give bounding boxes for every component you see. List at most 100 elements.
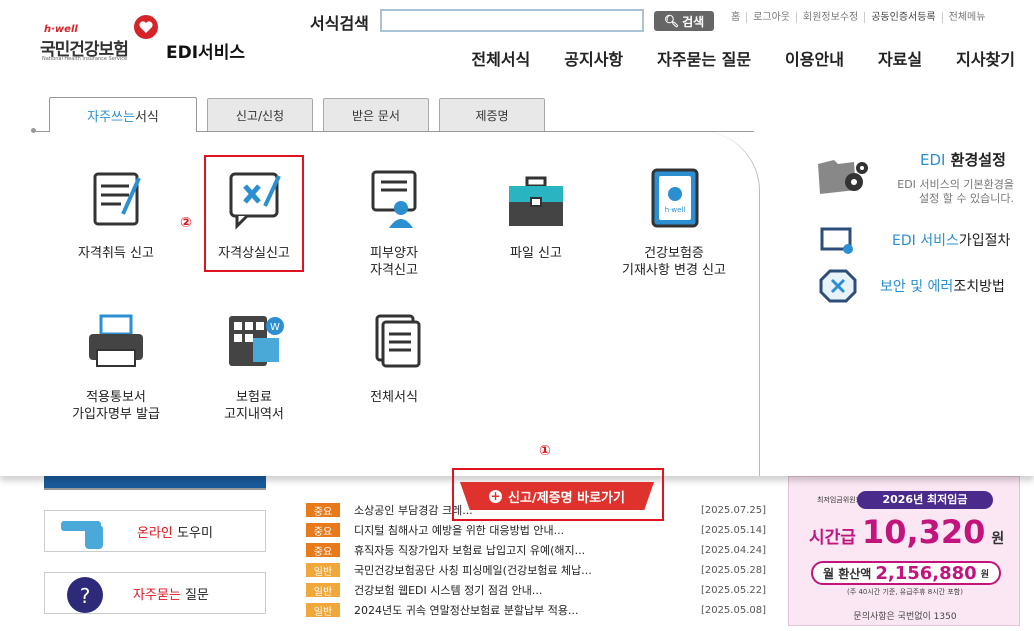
list-item[interactable]: 중요 디지털 침해사고 예방을 위한 대응방법 안내... [2025.05.14] xyxy=(306,520,766,540)
minimum-wage-banner[interactable]: 최저임금위원회 2026년 최저임금 시간급 10,320 원 월 환산액 2,… xyxy=(788,476,1020,626)
notice-date: [2025.07.25] xyxy=(700,504,766,516)
banner-org: 최저임금위원회 xyxy=(817,496,863,504)
document-pen-icon xyxy=(93,172,141,226)
banner-monthly-value: 2,156,880 xyxy=(875,562,977,584)
briefcase-icon xyxy=(509,176,563,226)
form-label-line1: 적용통보서 xyxy=(86,390,146,405)
tab-report-label: 신고/신청 xyxy=(235,108,285,123)
util-member-edit[interactable]: 회원정보수정 xyxy=(796,12,864,23)
health-card-icon: h·well xyxy=(651,168,699,228)
edi-service-title: EDI서비스 xyxy=(166,43,245,63)
banner-note: (주 40시간 기준, 유급주휴 8시간 포함) xyxy=(847,588,963,596)
banner-contact: 문의사항은 국번없이 1350 xyxy=(853,612,957,622)
form-label: 전체서식 xyxy=(370,390,418,405)
form-premium-notice[interactable]: W 보험료 고지내역서 xyxy=(206,310,302,423)
search-button[interactable]: 🔍︎ 검색 xyxy=(654,11,714,31)
svg-text:h·well: h·well xyxy=(665,206,686,214)
form-label-line2: 가입자명부 발급 xyxy=(72,407,160,422)
badge-important: 중요 xyxy=(306,503,340,518)
logo-english: National Health Insurance Service xyxy=(42,56,128,62)
tab-frequent-label-b: 서식 xyxy=(134,109,159,125)
notice-title: 2024년도 귀속 연말정산보험료 분할납부 적용... xyxy=(354,604,579,617)
logo-hwell: h·well xyxy=(44,24,78,35)
nav-notice[interactable]: 공지사항 xyxy=(564,46,623,70)
env-settings-title[interactable]: EDI 환경설정 xyxy=(920,149,1006,170)
tab-dot xyxy=(31,128,36,133)
notice-date: [2025.05.14] xyxy=(700,524,766,536)
env-title-a: EDI xyxy=(920,151,946,169)
util-all-menu[interactable]: 전체메뉴 xyxy=(941,12,992,23)
question-icon: ? xyxy=(67,577,103,613)
form-file-report[interactable]: 파일 신고 xyxy=(486,166,586,262)
tab-received-docs[interactable]: 받은 문서 xyxy=(323,98,429,131)
gear-folder-icon xyxy=(818,160,868,194)
notice-date: [2025.05.28] xyxy=(700,564,766,576)
form-label-line2: 고지내역서 xyxy=(224,407,284,422)
form-label-line1: 보험료 xyxy=(236,390,272,405)
security-label-b: 조치방법 xyxy=(953,279,1005,295)
notice-date: [2025.04.24] xyxy=(700,544,766,556)
banner-hourly-label: 시간급 xyxy=(809,528,856,548)
env-title-b: 환경설정 xyxy=(945,151,1006,169)
badge-general: 일반 xyxy=(306,603,340,618)
annotation-one: ① xyxy=(539,443,551,459)
banner-hourly-value: 10,320 xyxy=(861,513,986,551)
search-input[interactable] xyxy=(380,9,644,32)
octagon-x-icon xyxy=(819,269,857,303)
join-procedure-link[interactable]: EDI 서비스 가입절차 xyxy=(892,230,1010,250)
banner-title: 2026년 최저임금 xyxy=(857,491,993,509)
nav-branch[interactable]: 지사찾기 xyxy=(956,46,1015,70)
form-all-forms[interactable]: 전체서식 xyxy=(344,310,444,406)
nav-archive[interactable]: 자료실 xyxy=(878,46,922,70)
online-helper-label-b: 도우미 xyxy=(172,525,213,541)
online-helper-button[interactable]: 온라인 도우미 xyxy=(44,510,266,552)
calculator-icon: W xyxy=(229,316,284,366)
form-label-line1: 건강보험증 xyxy=(644,246,704,261)
list-item[interactable]: 일반 건강보험 웹EDI 시스템 정기 점검 안내... [2025.05.22] xyxy=(306,580,766,600)
env-desc-line2: 설정 할 수 있습니다. xyxy=(919,192,1014,205)
form-dependent-report[interactable]: 피부양자 자격신고 xyxy=(344,166,444,279)
form-label-line2: 기재사항 변경 신고 xyxy=(622,263,726,278)
form-card-change-report[interactable]: h·well 건강보험증 기재사항 변경 신고 xyxy=(614,166,734,279)
annotation-two: ② xyxy=(180,215,192,231)
tab-certificates[interactable]: 제증명 xyxy=(439,98,545,131)
nav-all-forms[interactable]: 전체서식 xyxy=(471,46,530,70)
form-label-line2: 자격신고 xyxy=(370,263,418,278)
call-center-banner[interactable] xyxy=(44,476,266,490)
svg-text:W: W xyxy=(270,322,280,333)
list-item[interactable]: 중요 휴직자등 직장가입자 보험료 납입고지 유예(해지... [2025.04.2… xyxy=(306,540,766,560)
logo[interactable]: h·well 국민건강보험 National Health Insurance … xyxy=(40,14,260,66)
header: h·well 국민건강보험 National Health Insurance … xyxy=(0,0,1034,90)
pointing-hand-icon xyxy=(61,521,103,549)
tab-frequent-forms[interactable]: 자주쓰는 서식 xyxy=(49,97,197,132)
tab-cert-label: 제증명 xyxy=(475,108,509,123)
list-item[interactable]: 일반 국민건강보험공단 사칭 피싱메일(건강보험료 체납... [2025.05.2… xyxy=(306,560,766,580)
security-error-link[interactable]: 보안 및 에러 조치방법 xyxy=(880,276,1005,296)
notice-title: 휴직자등 직장가입자 보험료 납입고지 유예(해지... xyxy=(354,544,586,557)
tab-received-label: 받은 문서 xyxy=(352,108,400,123)
form-notification-issue[interactable]: 적용통보서 가입자명부 발급 xyxy=(58,310,174,423)
notice-title: 건강보험 웹EDI 시스템 정기 점검 안내... xyxy=(354,584,543,597)
form-label: 자격취득 신고 xyxy=(78,246,154,261)
tab-report-apply[interactable]: 신고/신청 xyxy=(207,98,313,131)
notice-title: 국민건강보험공단 사칭 피싱메일(건강보험료 체납... xyxy=(354,564,592,577)
util-logout[interactable]: 로그아웃 xyxy=(746,12,796,23)
heart-logo-icon xyxy=(134,15,158,39)
banner-monthly-unit: 원 xyxy=(980,569,989,580)
join-label-a: EDI 서비스 xyxy=(892,233,959,249)
svg-text:?: ? xyxy=(80,584,91,608)
nav-guide[interactable]: 이용안내 xyxy=(785,46,844,70)
form-acquisition-report[interactable]: 자격취득 신고 xyxy=(66,166,166,262)
faq-button[interactable]: ? 자주묻는 질문 xyxy=(44,572,266,614)
tab-frequent-label-a: 자주쓰는 xyxy=(87,109,135,125)
util-cert-register[interactable]: 공동인증서등록 xyxy=(864,12,941,23)
main-nav: 전체서식 공지사항 자주묻는 질문 이용안내 자료실 지사찾기 xyxy=(471,46,1015,70)
printer-icon xyxy=(89,314,143,367)
banner-hourly-unit: 원 xyxy=(991,531,1005,547)
faq-label-b: 질문 xyxy=(180,587,209,603)
nav-faq[interactable]: 자주묻는 질문 xyxy=(657,46,751,70)
form-label: 파일 신고 xyxy=(510,246,562,261)
list-item[interactable]: 일반 2024년도 귀속 연말정산보험료 분할납부 적용... [2025.05.0… xyxy=(306,600,766,620)
util-home[interactable]: 홈 xyxy=(725,12,746,23)
utility-links: 홈 로그아웃 회원정보수정 공동인증서등록 전체메뉴 xyxy=(725,12,991,23)
